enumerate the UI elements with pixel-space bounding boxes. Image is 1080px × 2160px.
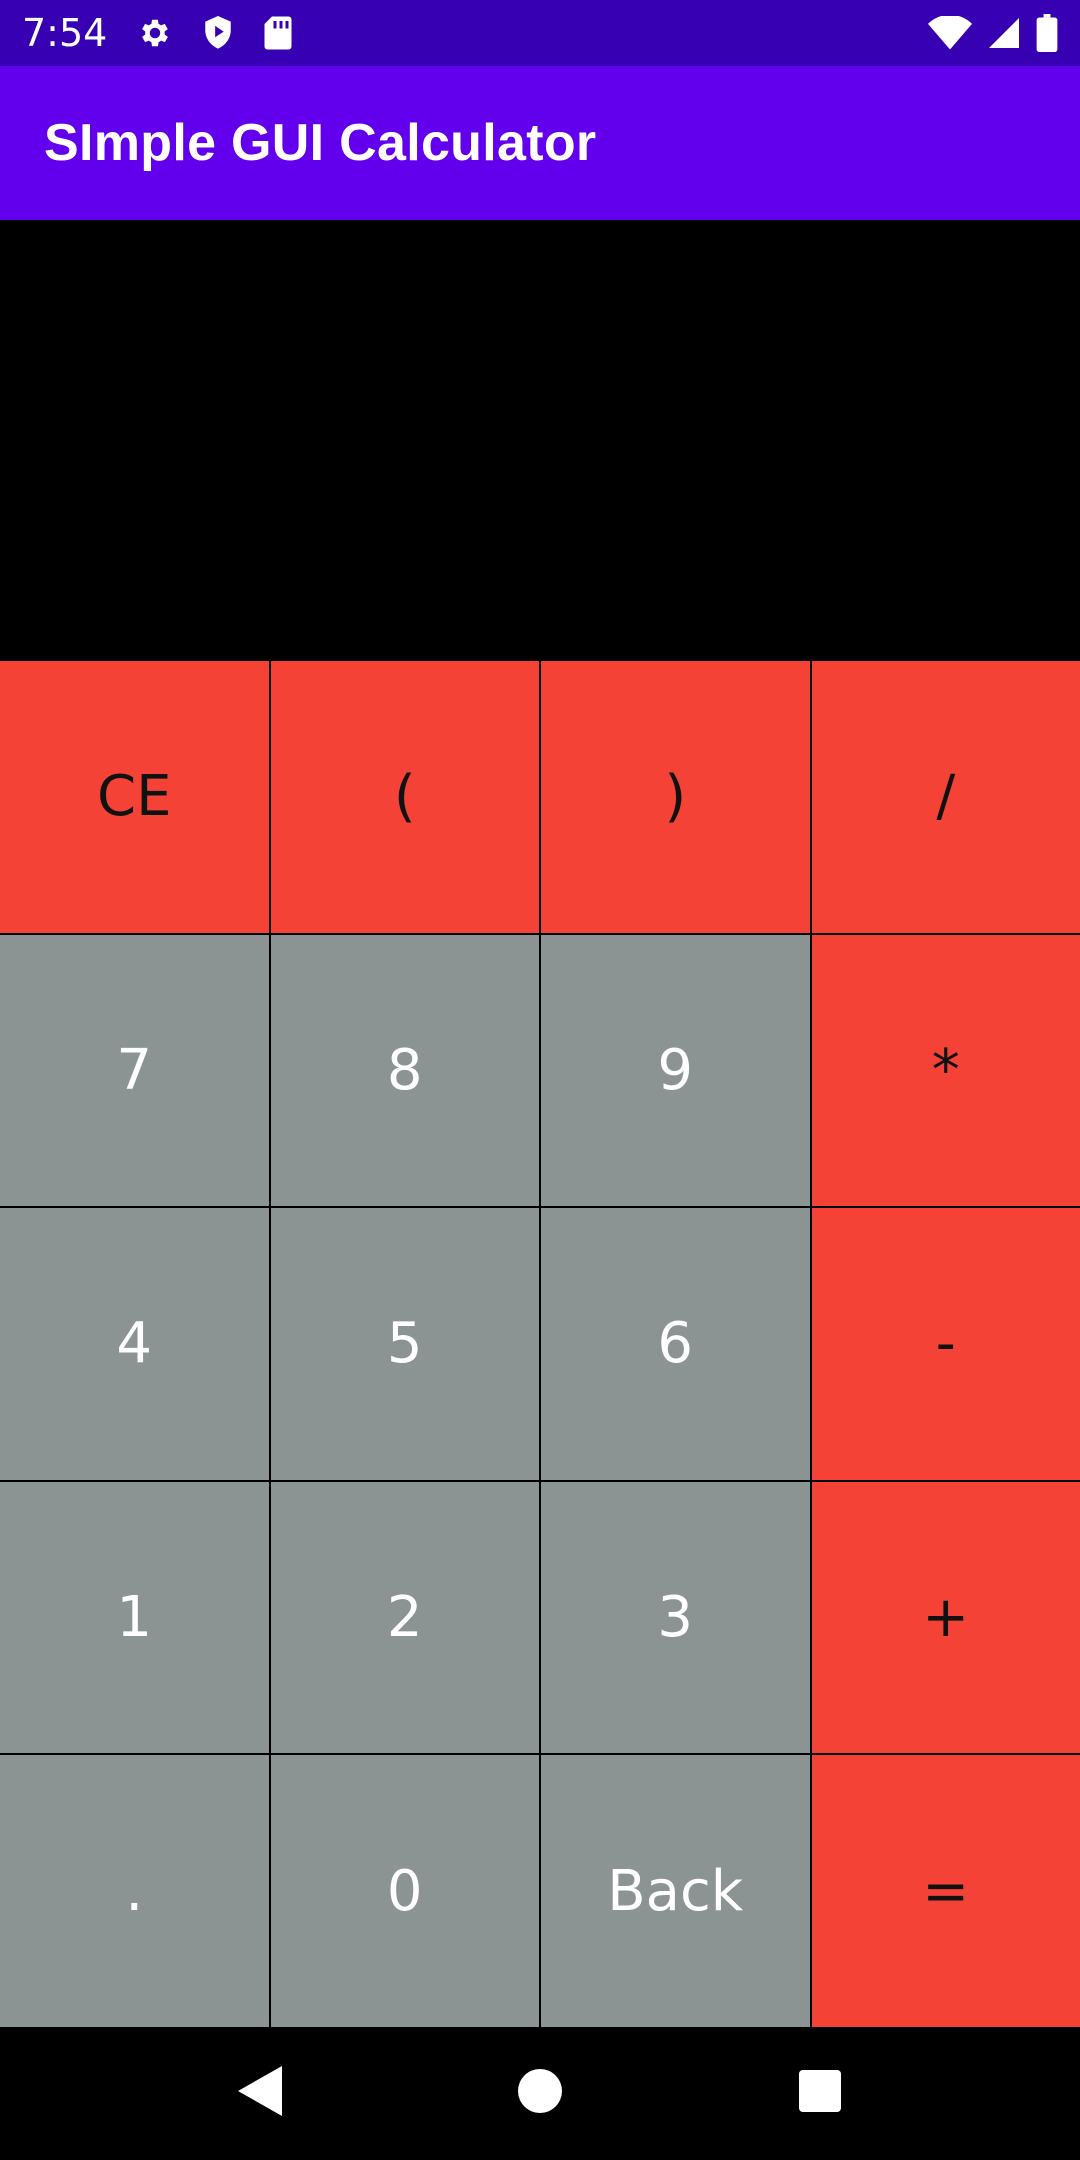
- decimal-button[interactable]: .: [0, 1755, 269, 2027]
- digit-9-button[interactable]: 9: [541, 934, 810, 1207]
- digit-3-button[interactable]: 3: [541, 1481, 810, 1754]
- sd-card-icon: [263, 15, 293, 51]
- multiply-button[interactable]: *: [811, 934, 1080, 1207]
- wifi-icon: [928, 16, 972, 50]
- nav-recents-button[interactable]: [775, 2049, 865, 2139]
- digit-7-button[interactable]: 7: [0, 934, 269, 1207]
- home-circle-icon: [518, 2069, 562, 2118]
- status-notification-icons: [137, 14, 293, 52]
- status-bar: 7:54: [0, 0, 1080, 66]
- system-nav-bar: [0, 2027, 1080, 2160]
- divide-button[interactable]: /: [811, 661, 1080, 933]
- nav-back-button[interactable]: [215, 2049, 305, 2139]
- open-paren-button[interactable]: (: [270, 661, 539, 933]
- close-paren-button[interactable]: ): [541, 661, 810, 933]
- calculator-display: [0, 220, 1080, 661]
- keypad: CE ( ) / 7 8 9 * 4 5 6 - 1 2 3 + . 0 Bac…: [0, 661, 1080, 2027]
- digit-0-button[interactable]: 0: [270, 1755, 539, 2027]
- clear-entry-button[interactable]: CE: [0, 661, 269, 933]
- recents-square-icon: [799, 2070, 841, 2117]
- shield-play-icon: [201, 14, 235, 52]
- status-system-icons: [928, 14, 1058, 52]
- back-triangle-icon: [238, 2066, 282, 2121]
- status-left: 7:54: [22, 11, 293, 55]
- backspace-button[interactable]: Back: [541, 1755, 810, 2027]
- subtract-button[interactable]: -: [811, 1208, 1080, 1480]
- signal-icon: [986, 15, 1022, 51]
- digit-2-button[interactable]: 2: [270, 1481, 539, 1754]
- digit-6-button[interactable]: 6: [541, 1208, 810, 1480]
- nav-home-button[interactable]: [495, 2049, 585, 2139]
- digit-8-button[interactable]: 8: [270, 934, 539, 1207]
- app-bar: SImple GUI Calculator: [0, 66, 1080, 220]
- digit-5-button[interactable]: 5: [270, 1208, 539, 1480]
- digit-4-button[interactable]: 4: [0, 1208, 269, 1480]
- equals-button[interactable]: =: [811, 1755, 1080, 2027]
- status-time: 7:54: [22, 11, 108, 55]
- gear-icon: [137, 15, 173, 51]
- app-title: SImple GUI Calculator: [44, 114, 597, 172]
- battery-icon: [1036, 14, 1058, 52]
- add-button[interactable]: +: [811, 1481, 1080, 1754]
- digit-1-button[interactable]: 1: [0, 1481, 269, 1754]
